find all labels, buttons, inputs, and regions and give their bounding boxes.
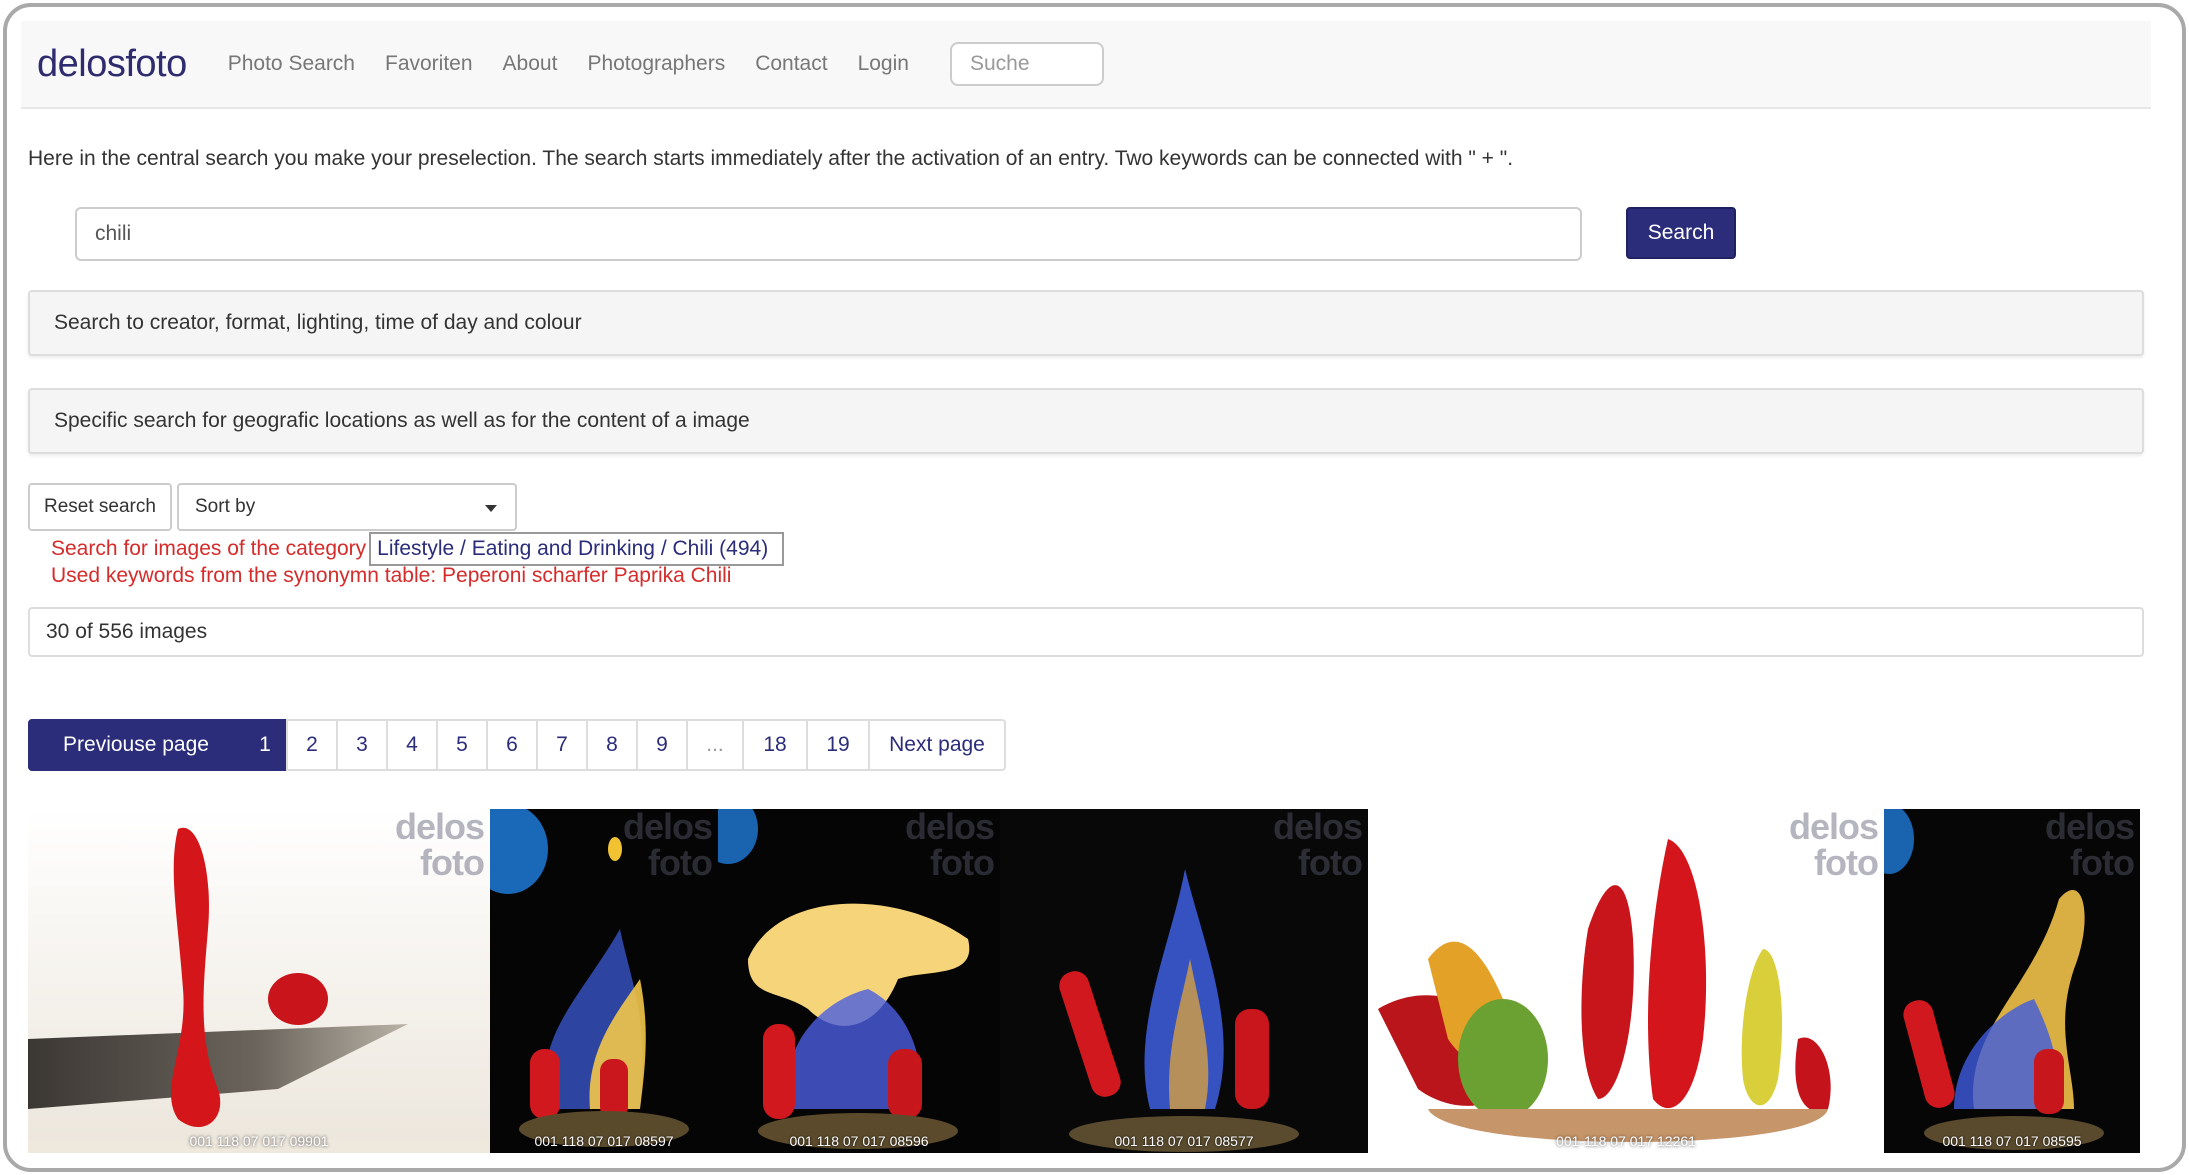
watermark-line1: delos bbox=[394, 809, 485, 847]
page-ellipsis: ... bbox=[686, 719, 744, 771]
main-search-input[interactable] bbox=[75, 207, 1582, 261]
category-line: Search for images of the category Lifest… bbox=[51, 532, 785, 566]
previous-page-button[interactable]: Previouse page bbox=[28, 719, 244, 771]
image-id: 001 118 07 017 09901 bbox=[189, 1133, 329, 1149]
next-page-button[interactable]: Next page bbox=[868, 719, 1006, 771]
category-prefix: Search for images of the category bbox=[51, 537, 367, 560]
advanced-search-panel[interactable]: Search to creator, format, lighting, tim… bbox=[28, 290, 2144, 356]
pagination: Previouse page 1 2 3 4 5 6 7 8 9 ... 18 … bbox=[28, 719, 1006, 771]
brand-logo[interactable]: delosfoto bbox=[37, 43, 187, 86]
page-5[interactable]: 5 bbox=[436, 719, 488, 771]
watermark: delos foto bbox=[622, 809, 713, 883]
intro-text: Here in the central search you make your… bbox=[28, 147, 1514, 170]
image-id: 001 118 07 017 08596 bbox=[789, 1133, 929, 1149]
nav-contact[interactable]: Contact bbox=[740, 52, 842, 76]
browser-frame: delosfoto Photo Search Favoriten About P… bbox=[3, 3, 2186, 1172]
watermark: delos foto bbox=[1788, 809, 1879, 883]
page-18[interactable]: 18 bbox=[742, 719, 808, 771]
watermark-line1: delos bbox=[2044, 809, 2135, 847]
image-thumb[interactable]: delos foto 001 118 07 017 08577 bbox=[1000, 809, 1368, 1153]
page-7[interactable]: 7 bbox=[536, 719, 588, 771]
watermark-line1: delos bbox=[622, 809, 713, 847]
watermark-line2: foto bbox=[930, 842, 995, 883]
watermark: delos foto bbox=[2044, 809, 2135, 883]
image-thumb[interactable]: delos foto 001 118 07 017 09901 bbox=[28, 809, 490, 1153]
nav-about[interactable]: About bbox=[488, 52, 573, 76]
image-gallery: delos foto 001 118 07 017 09901 delos foto… bbox=[28, 809, 2140, 1153]
watermark-line2: foto bbox=[648, 842, 713, 883]
image-thumb[interactable]: delos foto 001-118 07 017 12261 bbox=[1368, 809, 1884, 1153]
page-2[interactable]: 2 bbox=[286, 719, 338, 771]
page-9[interactable]: 9 bbox=[636, 719, 688, 771]
watermark-line2: foto bbox=[1814, 842, 1879, 883]
brand-part2: foto bbox=[125, 42, 187, 85]
result-count-text: 30 of 556 images bbox=[46, 620, 208, 643]
nav-favoriten[interactable]: Favoriten bbox=[370, 52, 488, 76]
reset-search-button[interactable]: Reset search bbox=[28, 483, 172, 531]
category-link[interactable]: Lifestyle / Eating and Drinking / Chili … bbox=[369, 532, 785, 566]
watermark-line2: foto bbox=[420, 842, 485, 883]
nav-login[interactable]: Login bbox=[843, 52, 924, 76]
watermark: delos foto bbox=[904, 809, 995, 883]
watermark-line2: foto bbox=[2070, 842, 2135, 883]
keywords-line: Used keywords from the synonymn table: P… bbox=[51, 564, 732, 587]
geo-search-panel[interactable]: Specific search for geografic locations … bbox=[28, 388, 2144, 454]
nav-photo-search[interactable]: Photo Search bbox=[213, 52, 370, 76]
watermark-line1: delos bbox=[904, 809, 995, 847]
sort-by-select[interactable]: Sort by bbox=[177, 483, 517, 531]
image-id: 001 118 07 017 08577 bbox=[1114, 1133, 1254, 1149]
search-button[interactable]: Search bbox=[1626, 207, 1736, 259]
watermark: delos foto bbox=[394, 809, 485, 883]
caret-down-icon bbox=[485, 505, 497, 512]
image-id: 001 118 07 017 08595 bbox=[1942, 1133, 2082, 1149]
watermark-line1: delos bbox=[1272, 809, 1363, 847]
result-count: 30 of 556 images bbox=[28, 607, 2144, 657]
brand-part1: delos bbox=[37, 42, 126, 85]
nav-menu: Photo Search Favoriten About Photographe… bbox=[213, 52, 924, 76]
image-thumb[interactable]: delos foto 001 118 07 017 08596 bbox=[718, 809, 1000, 1153]
nav-search-input[interactable] bbox=[949, 42, 1104, 86]
page-1[interactable]: 1 bbox=[242, 719, 288, 771]
watermark: delos foto bbox=[1272, 809, 1363, 883]
watermark-line1: delos bbox=[1788, 809, 1879, 847]
image-id: 001-118 07 017 12261 bbox=[1556, 1133, 1696, 1149]
nav-photographers[interactable]: Photographers bbox=[572, 52, 740, 76]
image-thumb[interactable]: delos foto 001 118 07 017 08595 bbox=[1884, 809, 2140, 1153]
image-thumb[interactable]: delos foto 001 118 07 017 08597 bbox=[490, 809, 718, 1153]
page-4[interactable]: 4 bbox=[386, 719, 438, 771]
navbar: delosfoto Photo Search Favoriten About P… bbox=[21, 21, 2151, 109]
page-19[interactable]: 19 bbox=[806, 719, 870, 771]
image-id: 001 118 07 017 08597 bbox=[534, 1133, 674, 1149]
page-6[interactable]: 6 bbox=[486, 719, 538, 771]
page-8[interactable]: 8 bbox=[586, 719, 638, 771]
watermark-line2: foto bbox=[1298, 842, 1363, 883]
sort-by-label: Sort by bbox=[195, 496, 256, 517]
page-3[interactable]: 3 bbox=[336, 719, 388, 771]
